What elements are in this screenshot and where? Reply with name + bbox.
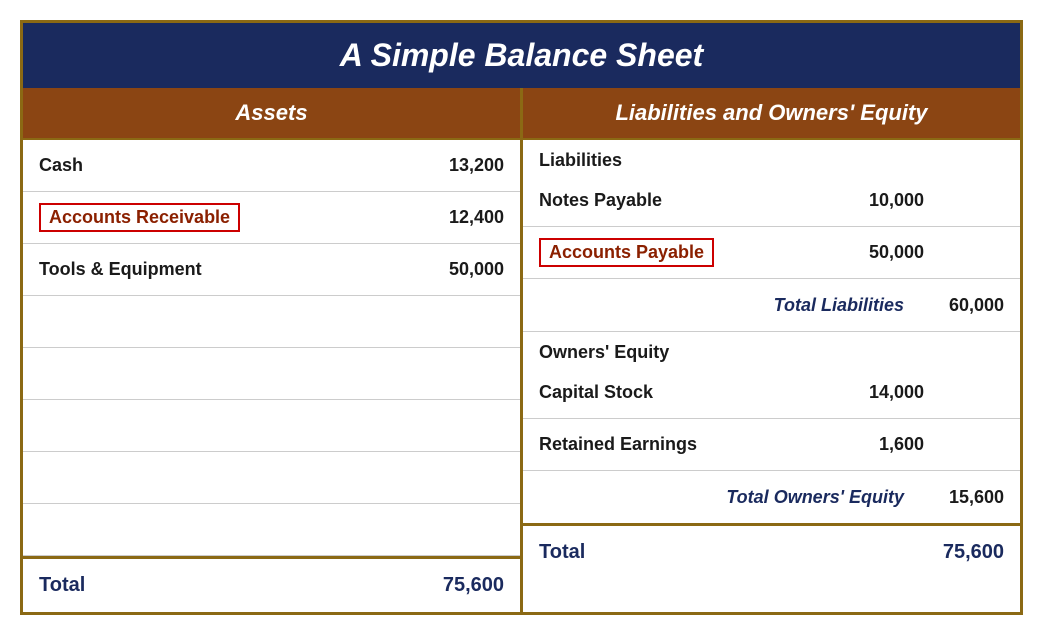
accounts-payable-value: 50,000	[844, 242, 924, 263]
balance-sheet: A Simple Balance Sheet Assets Liabilitie…	[20, 20, 1023, 615]
notes-payable-row: Notes Payable 10,000	[523, 175, 1020, 227]
body-row: Cash 13,200 Accounts Receivable 12,400 T…	[23, 138, 1020, 612]
accounts-receivable-value: 12,400	[424, 207, 504, 228]
notes-payable-value: 10,000	[844, 190, 924, 211]
accounts-receivable-label: Accounts Receivable	[39, 203, 424, 232]
spacer5	[23, 504, 520, 556]
total-liabilities-row: Total Liabilities 60,000	[523, 279, 1020, 331]
cash-row: Cash 13,200	[23, 140, 520, 192]
headers-row: Assets Liabilities and Owners' Equity	[23, 88, 1020, 138]
cash-label: Cash	[39, 155, 424, 176]
tools-equipment-label: Tools & Equipment	[39, 259, 424, 280]
liabilities-section-header: Liabilities	[523, 140, 1020, 175]
liabilities-header: Liabilities and Owners' Equity	[523, 88, 1020, 138]
retained-earnings-label: Retained Earnings	[539, 434, 844, 455]
total-liabilities-value: 60,000	[924, 295, 1004, 316]
capital-stock-value: 14,000	[844, 382, 924, 403]
assets-total-label: Total	[39, 574, 424, 597]
assets-header: Assets	[23, 88, 523, 138]
retained-earnings-row: Retained Earnings 1,600	[523, 419, 1020, 471]
assets-panel: Cash 13,200 Accounts Receivable 12,400 T…	[23, 140, 523, 612]
liabilities-total-label: Total	[539, 541, 924, 564]
assets-total-row: Total 75,600	[23, 556, 520, 612]
page-title: A Simple Balance Sheet	[33, 37, 1010, 74]
accounts-payable-row: Accounts Payable 50,000	[523, 227, 1020, 279]
accounts-payable-label: Accounts Payable	[539, 238, 844, 267]
tools-equipment-value: 50,000	[424, 259, 504, 280]
retained-earnings-value: 1,600	[844, 434, 924, 455]
total-liabilities-label: Total Liabilities	[539, 295, 924, 316]
total-equity-value: 15,600	[924, 487, 1004, 508]
owners-equity-section-header: Owners' Equity	[523, 331, 1020, 367]
cash-value: 13,200	[424, 155, 504, 176]
spacer2	[23, 348, 520, 400]
tools-equipment-row: Tools & Equipment 50,000	[23, 244, 520, 296]
total-equity-label: Total Owners' Equity	[539, 487, 924, 508]
liabilities-panel: Liabilities Notes Payable 10,000 Account…	[523, 140, 1020, 612]
capital-stock-label: Capital Stock	[539, 382, 844, 403]
capital-stock-row: Capital Stock 14,000	[523, 367, 1020, 419]
accounts-receivable-highlight: Accounts Receivable	[39, 203, 240, 232]
accounts-payable-highlight: Accounts Payable	[539, 238, 714, 267]
title-row: A Simple Balance Sheet	[23, 23, 1020, 88]
spacer4	[23, 452, 520, 504]
assets-total-value: 75,600	[424, 574, 504, 597]
notes-payable-label: Notes Payable	[539, 190, 844, 211]
liabilities-total-row: Total 75,600	[523, 523, 1020, 579]
accounts-receivable-row: Accounts Receivable 12,400	[23, 192, 520, 244]
spacer3	[23, 400, 520, 452]
total-equity-row: Total Owners' Equity 15,600	[523, 471, 1020, 523]
spacer1	[23, 296, 520, 348]
liabilities-total-value: 75,600	[924, 541, 1004, 564]
